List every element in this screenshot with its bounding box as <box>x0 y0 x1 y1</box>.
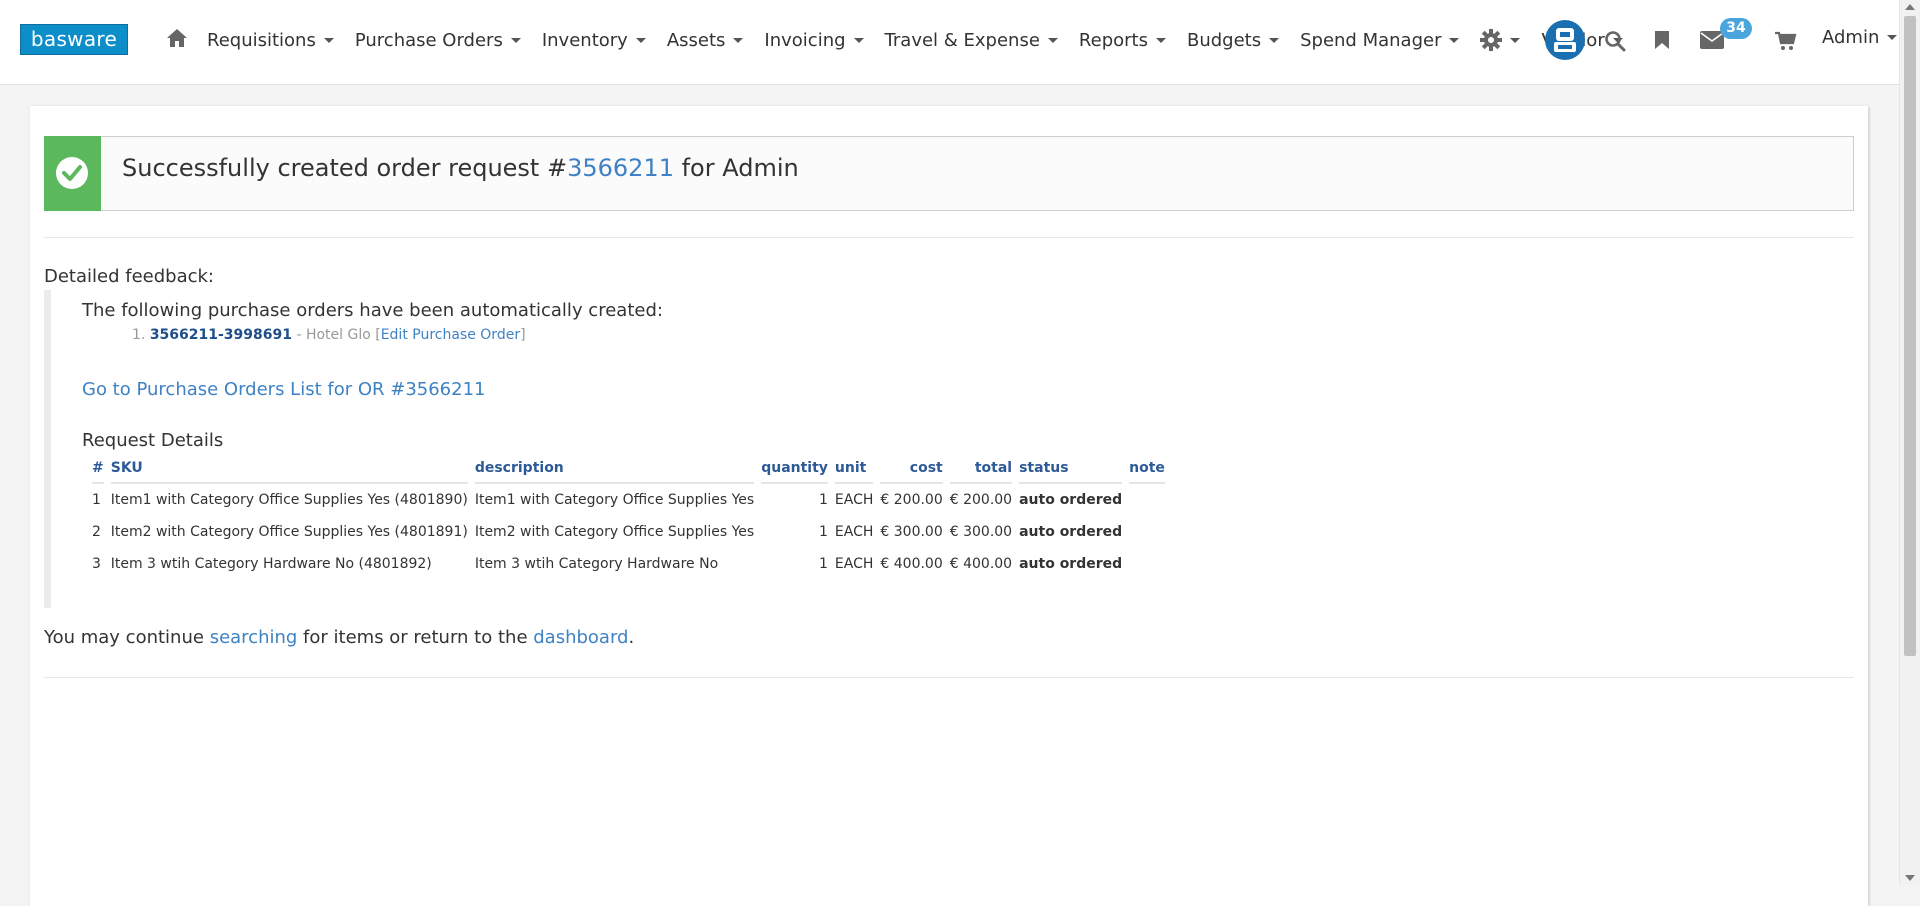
searching-link[interactable]: searching <box>210 627 298 648</box>
row-status: auto ordered <box>1019 492 1123 508</box>
gear-icon <box>1480 29 1503 51</box>
row-note <box>1129 548 1165 580</box>
row-num: 3 <box>92 556 101 572</box>
purchase-order-number[interactable]: 3566211-3998691 <box>150 327 292 343</box>
edit-purchase-order-link[interactable]: Edit Purchase Order <box>381 327 520 343</box>
check-icon <box>55 156 89 194</box>
col-cost: cost <box>880 456 943 484</box>
purchase-order-list-item: 1. 3566211-3998691 - Hotel Glo [Edit Pur… <box>132 327 526 343</box>
menu-spend-manager[interactable]: Spend Manager <box>1300 30 1460 51</box>
menu-budgets[interactable]: Budgets <box>1187 30 1280 51</box>
row-sku: Item1 with Category Office Supplies Yes … <box>110 492 468 508</box>
caret-down-icon <box>1887 35 1898 40</box>
caret-down-icon <box>323 37 334 43</box>
row-sku: Item2 with Category Office Supplies Yes … <box>110 524 468 540</box>
table-row: 3 Item 3 wtih Category Hardware No (4801… <box>92 548 1165 580</box>
row-unit: EACH <box>834 492 874 508</box>
col-num: # <box>92 456 104 484</box>
menu-travel-expense[interactable]: Travel & Expense <box>885 30 1058 51</box>
table-header-row: # SKU description quantity unit cost tot… <box>92 456 1165 484</box>
feedback-block: The following purchase orders have been … <box>44 290 1165 608</box>
caret-down-icon <box>1510 37 1521 43</box>
bookmark-icon[interactable] <box>1654 30 1670 54</box>
menu-reports[interactable]: Reports <box>1079 30 1166 51</box>
row-quantity: 1 <box>819 524 828 540</box>
order-request-link[interactable]: 3566211 <box>567 154 674 182</box>
row-total: € 300.00 <box>949 524 1013 540</box>
row-cost: € 200.00 <box>880 492 943 508</box>
envelope-icon[interactable] <box>1700 31 1724 53</box>
table-row: 2 Item2 with Category Office Supplies Ye… <box>92 516 1165 548</box>
divider <box>44 677 1854 678</box>
col-total: total <box>949 456 1013 484</box>
row-unit: EACH <box>834 524 874 540</box>
col-quantity: quantity <box>761 456 828 484</box>
scroll-thumb[interactable] <box>1904 16 1916 656</box>
message-count-badge[interactable]: 34 <box>1720 18 1752 39</box>
row-num: 2 <box>92 524 101 540</box>
row-cost: € 400.00 <box>880 556 943 572</box>
caret-down-icon <box>510 37 521 43</box>
col-sku: SKU <box>110 456 468 484</box>
row-description: Item1 with Category Office Supplies Yes <box>474 492 755 508</box>
continue-message: You may continue searching for items or … <box>44 627 635 648</box>
scroll-down-arrow-icon[interactable] <box>1905 875 1915 881</box>
auto-created-text: The following purchase orders have been … <box>82 300 663 321</box>
dashboard-link[interactable]: dashboard <box>533 627 628 648</box>
row-cost: € 300.00 <box>880 524 943 540</box>
caret-down-icon <box>635 37 646 43</box>
success-alert: Successfully created order request #3566… <box>44 136 1854 211</box>
row-status: auto ordered <box>1019 524 1123 540</box>
menu-invoicing[interactable]: Invoicing <box>764 30 864 51</box>
row-total: € 200.00 <box>949 492 1013 508</box>
main-panel: Successfully created order request #3566… <box>30 106 1868 906</box>
request-details-table: # SKU description quantity unit cost tot… <box>85 456 1172 580</box>
basware-logo[interactable]: basware <box>20 24 128 55</box>
row-unit: EACH <box>834 556 874 572</box>
caret-down-icon <box>1155 37 1166 43</box>
search-icon[interactable] <box>1604 30 1626 56</box>
table-row: 1 Item1 with Category Office Supplies Ye… <box>92 484 1165 516</box>
row-total: € 400.00 <box>949 556 1013 572</box>
col-unit: unit <box>834 456 874 484</box>
row-sku: Item 3 wtih Category Hardware No (480189… <box>110 556 432 572</box>
row-note <box>1129 516 1165 548</box>
row-quantity: 1 <box>819 556 828 572</box>
scroll-up-arrow-icon[interactable] <box>1905 4 1915 10</box>
settings-menu[interactable] <box>1480 29 1521 51</box>
caret-down-icon <box>853 37 864 43</box>
col-description: description <box>474 456 755 484</box>
detailed-feedback-heading: Detailed feedback: <box>44 266 214 287</box>
menu-requisitions[interactable]: Requisitions <box>207 30 334 51</box>
alert-message: Successfully created order request #3566… <box>122 154 799 182</box>
row-num: 1 <box>92 492 101 508</box>
main-menu: Requisitions Purchase Orders Inventory A… <box>207 0 1644 80</box>
alert-status-strip <box>44 136 101 211</box>
cart-icon[interactable] <box>1775 31 1797 55</box>
row-note <box>1129 484 1165 516</box>
caret-down-icon <box>1449 37 1460 43</box>
col-status: status <box>1019 456 1123 484</box>
page-scrollbar[interactable] <box>1899 0 1920 885</box>
goto-po-list-link[interactable]: Go to Purchase Orders List for OR #35662… <box>82 379 486 400</box>
menu-purchase-orders[interactable]: Purchase Orders <box>355 30 521 51</box>
divider <box>44 237 1854 238</box>
row-quantity: 1 <box>819 492 828 508</box>
home-icon[interactable] <box>166 28 188 52</box>
user-menu[interactable]: Admin <box>1822 27 1898 48</box>
robot-icon[interactable] <box>1544 19 1586 65</box>
menu-inventory[interactable]: Inventory <box>542 30 646 51</box>
top-navbar: basware Requisitions Purchase Orders Inv… <box>0 0 1900 85</box>
col-note: note <box>1129 456 1165 484</box>
caret-down-icon <box>1047 37 1058 43</box>
row-description: Item 3 wtih Category Hardware No <box>474 556 719 572</box>
request-details-heading: Request Details <box>82 430 224 451</box>
caret-down-icon <box>733 37 744 43</box>
caret-down-icon <box>1269 37 1280 43</box>
row-status: auto ordered <box>1019 556 1123 572</box>
menu-assets[interactable]: Assets <box>667 30 744 51</box>
row-description: Item2 with Category Office Supplies Yes <box>474 524 755 540</box>
